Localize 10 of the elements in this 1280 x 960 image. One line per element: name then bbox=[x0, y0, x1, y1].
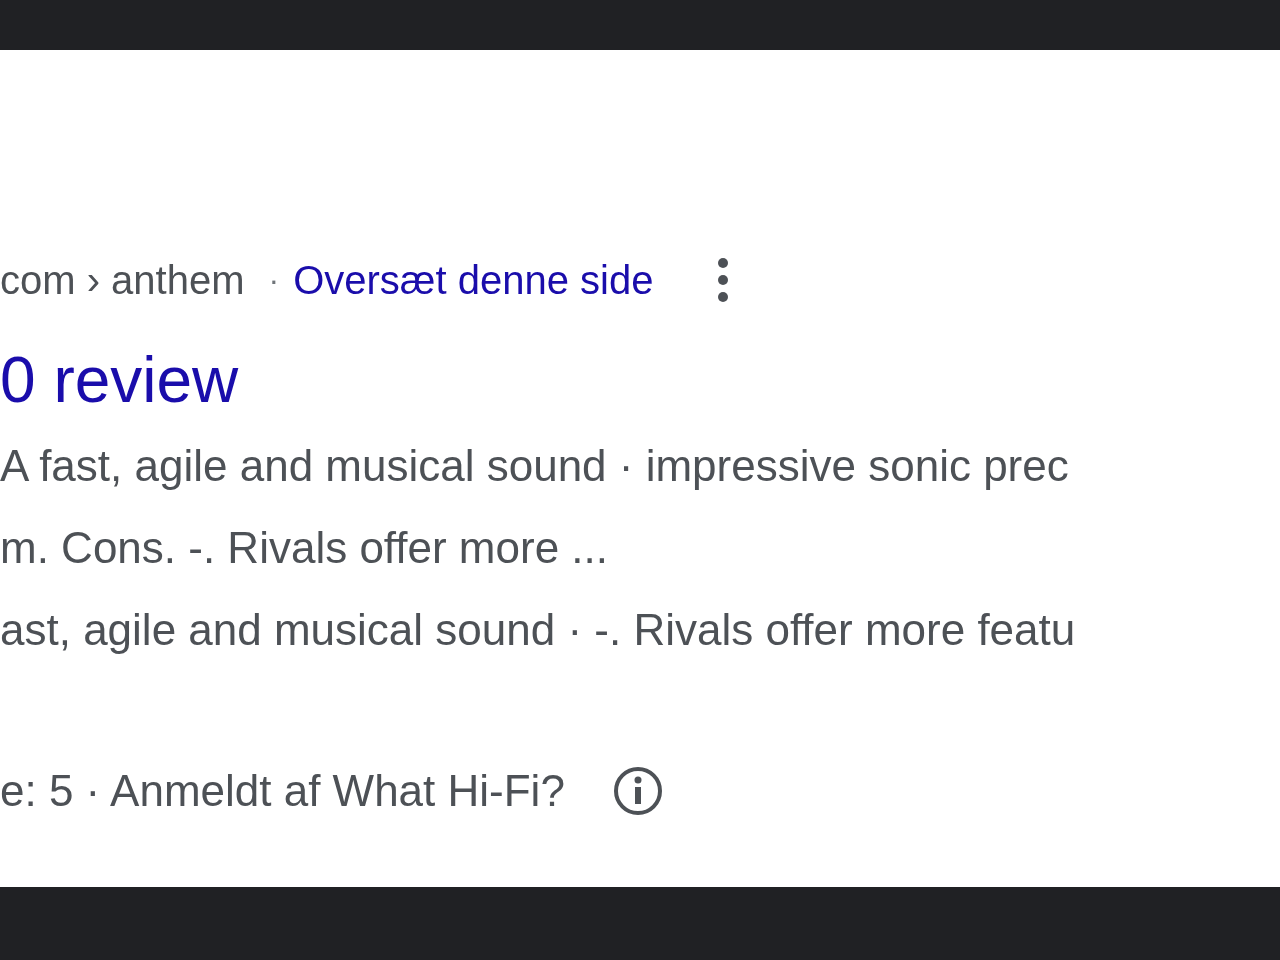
snippet-text: m. Cons. -. Rivals offer more ... bbox=[0, 522, 608, 574]
more-options-icon[interactable] bbox=[717, 257, 730, 303]
snippet-text: A fast, agile and musical sound · impressive sonic prec bbox=[0, 440, 1069, 492]
info-icon[interactable] bbox=[612, 766, 663, 816]
breadcrumb: com › anthem bbox=[0, 257, 245, 304]
result-title[interactable]: 0 review bbox=[0, 340, 239, 420]
separator-dot: · bbox=[268, 261, 280, 300]
snippet-text: ast, agile and musical sound · -. Rivals offer more featu bbox=[0, 604, 1076, 656]
rating-text: e: 5 · Anmeldt af What Hi-Fi? bbox=[0, 765, 565, 817]
translate-link[interactable]: Oversæt denne side bbox=[293, 250, 654, 310]
